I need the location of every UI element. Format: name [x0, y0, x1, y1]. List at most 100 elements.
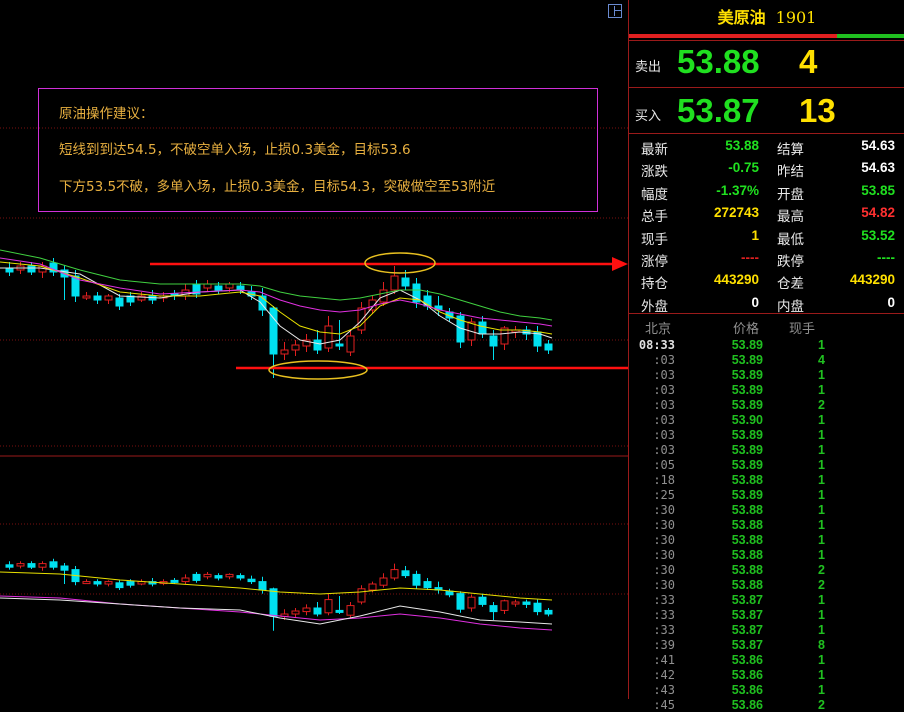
tick-time: :33	[653, 608, 675, 622]
sub-candle-body	[82, 581, 91, 585]
sub-candle-body	[302, 607, 311, 613]
tick-time: :03	[653, 353, 675, 367]
tick-price: 53.88	[731, 533, 763, 547]
buy-label: 买入	[635, 109, 662, 124]
stat-label: 现手	[641, 231, 668, 248]
tick-volume: 1	[818, 683, 825, 697]
sub-candle-body	[368, 583, 377, 591]
tick-price: 53.88	[731, 578, 763, 592]
ticks-header-price: 价格	[733, 322, 760, 337]
candle-body	[313, 339, 322, 351]
sub-candle-body	[60, 565, 69, 571]
advice-title: 原油操作建议：	[59, 106, 154, 122]
tick-price: 53.87	[731, 593, 763, 607]
sub-candle-body	[5, 564, 14, 568]
tick-volume: 1	[818, 593, 825, 607]
sub-candle-body	[489, 605, 498, 613]
buy-volume: 13	[799, 92, 836, 129]
stat-label: 内盘	[777, 298, 804, 315]
stat-value: 54.82	[861, 205, 895, 221]
sub-candle-body	[511, 601, 520, 605]
tick-volume: 8	[818, 638, 825, 652]
tick-time: :30	[653, 563, 675, 577]
advice-line-1: 短线到到达54.5，不破空单入场，止损0.3美金，目标53.6	[59, 142, 411, 158]
sub-candle-body	[192, 573, 201, 581]
candle-body	[214, 285, 223, 291]
candle-body	[225, 283, 234, 289]
tick-time: :03	[653, 368, 675, 382]
tick-volume: 4	[818, 353, 825, 367]
stat-label: 昨结	[777, 164, 804, 181]
tick-price: 53.89	[731, 368, 763, 382]
tick-volume: 1	[818, 503, 825, 517]
candle-body	[544, 343, 553, 351]
tick-price: 53.89	[731, 398, 763, 412]
tick-volume: 1	[818, 413, 825, 427]
sell-price: 53.88	[677, 43, 760, 80]
stat-value: 53.88	[725, 138, 759, 153]
sub-candle-body	[533, 602, 542, 613]
tick-time: :45	[653, 698, 675, 712]
stat-value: ----	[741, 250, 759, 265]
sub-candle-body	[357, 588, 366, 603]
tick-volume: 2	[818, 563, 825, 577]
stat-label: 外盘	[641, 298, 668, 315]
kline-chart-panel[interactable]: 原油操作建议： 短线到到达54.5，不破空单入场，止损0.3美金，目标53.6 …	[0, 0, 628, 699]
sub-candle-body	[181, 577, 190, 583]
stat-label: 最高	[777, 209, 804, 226]
stat-value: 54.63	[861, 160, 895, 176]
tick-time: :30	[653, 578, 675, 592]
candle-body	[27, 265, 36, 273]
tick-volume: 1	[818, 488, 825, 502]
divider	[629, 87, 904, 88]
sub-candle-body	[258, 581, 267, 591]
stat-label: 最新	[641, 142, 668, 158]
candle-body	[346, 335, 355, 353]
sub-candle-body	[27, 563, 36, 568]
tick-volume: 1	[818, 623, 825, 637]
tick-price: 53.89	[731, 458, 763, 472]
tick-time: :30	[653, 503, 675, 517]
tick-price: 53.89	[731, 443, 763, 457]
candle-body	[335, 343, 344, 347]
sub-candle-body	[346, 605, 355, 616]
tick-time: :03	[653, 428, 675, 442]
sub-candle-body	[500, 600, 509, 611]
low-ellipse	[268, 360, 368, 380]
stat-label: 开盘	[777, 186, 804, 203]
sub-candle-body	[478, 596, 487, 605]
candle-body	[478, 321, 487, 335]
divider	[629, 313, 904, 314]
layout-toggle-icon[interactable]	[608, 4, 622, 18]
sub-candle-body	[291, 610, 300, 615]
tick-price: 53.87	[731, 638, 763, 652]
tick-volume: 1	[818, 473, 825, 487]
sub-candle-body	[445, 590, 454, 596]
tick-price: 53.87	[731, 623, 763, 637]
stat-value: -1.37%	[716, 182, 759, 198]
stat-label: 结算	[777, 142, 804, 158]
candle-body	[203, 283, 212, 289]
buy-sell-ratio-bar-green	[837, 34, 904, 38]
tick-time: :41	[653, 653, 675, 667]
tick-price: 53.88	[731, 503, 763, 517]
tick-time: :05	[653, 458, 675, 472]
sub-candle-body	[225, 573, 234, 578]
sub-candle-body	[16, 563, 25, 567]
stat-label: 跌停	[777, 254, 804, 270]
annotations	[150, 252, 628, 380]
tick-price: 53.89	[731, 338, 763, 352]
stat-value: 53.52	[861, 227, 895, 243]
tick-price: 53.88	[731, 548, 763, 562]
instrument-title: 美原油 1901	[629, 4, 904, 28]
divider	[629, 133, 904, 134]
tick-price: 53.86	[731, 683, 763, 697]
sub-candle-body	[104, 581, 113, 585]
stat-label: 最低	[777, 231, 804, 248]
tick-price: 53.90	[731, 413, 763, 427]
tick-price: 53.88	[731, 563, 763, 577]
tick-time: :18	[653, 473, 675, 487]
tick-time: :33	[653, 593, 675, 607]
tick-time: :30	[653, 548, 675, 562]
candle-body	[82, 295, 91, 299]
